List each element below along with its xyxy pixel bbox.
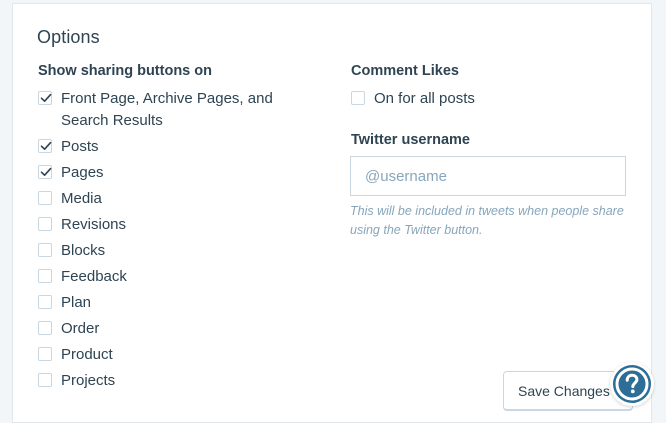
checkbox-label: Media — [61, 190, 102, 207]
sharing-buttons-label: Show sharing buttons on — [38, 63, 212, 79]
checkbox[interactable] — [38, 321, 52, 335]
checkbox[interactable] — [38, 295, 52, 309]
twitter-username-label: Twitter username — [351, 132, 470, 148]
checkmark-icon — [40, 141, 52, 150]
help-button[interactable] — [610, 362, 654, 406]
checkbox-label: On for all posts — [374, 90, 475, 107]
sharing-checklist: Front Page, Archive Pages, and Search Re… — [38, 88, 298, 396]
checkbox[interactable] — [38, 269, 52, 283]
checkbox-label: Plan — [61, 294, 92, 311]
checkbox-label: Feedback — [61, 268, 127, 285]
checkbox-item-media[interactable]: Media — [38, 188, 298, 210]
twitter-username-input[interactable] — [350, 156, 626, 196]
checkbox-item-pages[interactable]: Pages — [38, 162, 298, 184]
checkbox[interactable] — [38, 91, 52, 105]
checkbox-label: Pages — [61, 164, 104, 181]
checkbox-label: Blocks — [61, 242, 106, 259]
comment-likes-label: Comment Likes — [351, 63, 459, 79]
checkbox-label: Front Page, Archive Pages, and Search Re… — [61, 90, 273, 129]
checkmark-icon — [40, 167, 52, 176]
checkbox-label: Revisions — [61, 216, 127, 233]
checkbox-label: Posts — [61, 138, 99, 155]
checkbox-item-order[interactable]: Order — [38, 318, 298, 340]
checkbox-item-blocks[interactable]: Blocks — [38, 240, 298, 262]
checkbox[interactable] — [38, 191, 52, 205]
checkbox-item-front-page[interactable]: Front Page, Archive Pages, and Search Re… — [38, 88, 298, 132]
checkbox-item-posts[interactable]: Posts — [38, 136, 298, 158]
checkbox[interactable] — [38, 217, 52, 231]
checkbox-item-plan[interactable]: Plan — [38, 292, 298, 314]
section-title: Options — [37, 27, 100, 47]
checkbox[interactable] — [38, 373, 52, 387]
twitter-help-text: This will be included in tweets when peo… — [350, 204, 624, 237]
checkbox-item-product[interactable]: Product — [38, 344, 298, 366]
checkbox[interactable] — [351, 91, 365, 105]
checkbox-label: Order — [61, 320, 100, 337]
checkbox-item-revisions[interactable]: Revisions — [38, 214, 298, 236]
checkbox[interactable] — [38, 243, 52, 257]
checkbox-label: Product — [61, 346, 113, 363]
checkbox-item-feedback[interactable]: Feedback — [38, 266, 298, 288]
checkbox[interactable] — [38, 347, 52, 361]
checkbox-item-projects[interactable]: Projects — [38, 370, 298, 392]
checkbox-label: Projects — [61, 372, 116, 389]
checkmark-icon — [40, 93, 52, 102]
question-mark-icon — [613, 365, 651, 403]
checkbox[interactable] — [38, 139, 52, 153]
checkbox[interactable] — [38, 165, 52, 179]
checkbox-item-comment-likes[interactable]: On for all posts — [351, 88, 611, 110]
